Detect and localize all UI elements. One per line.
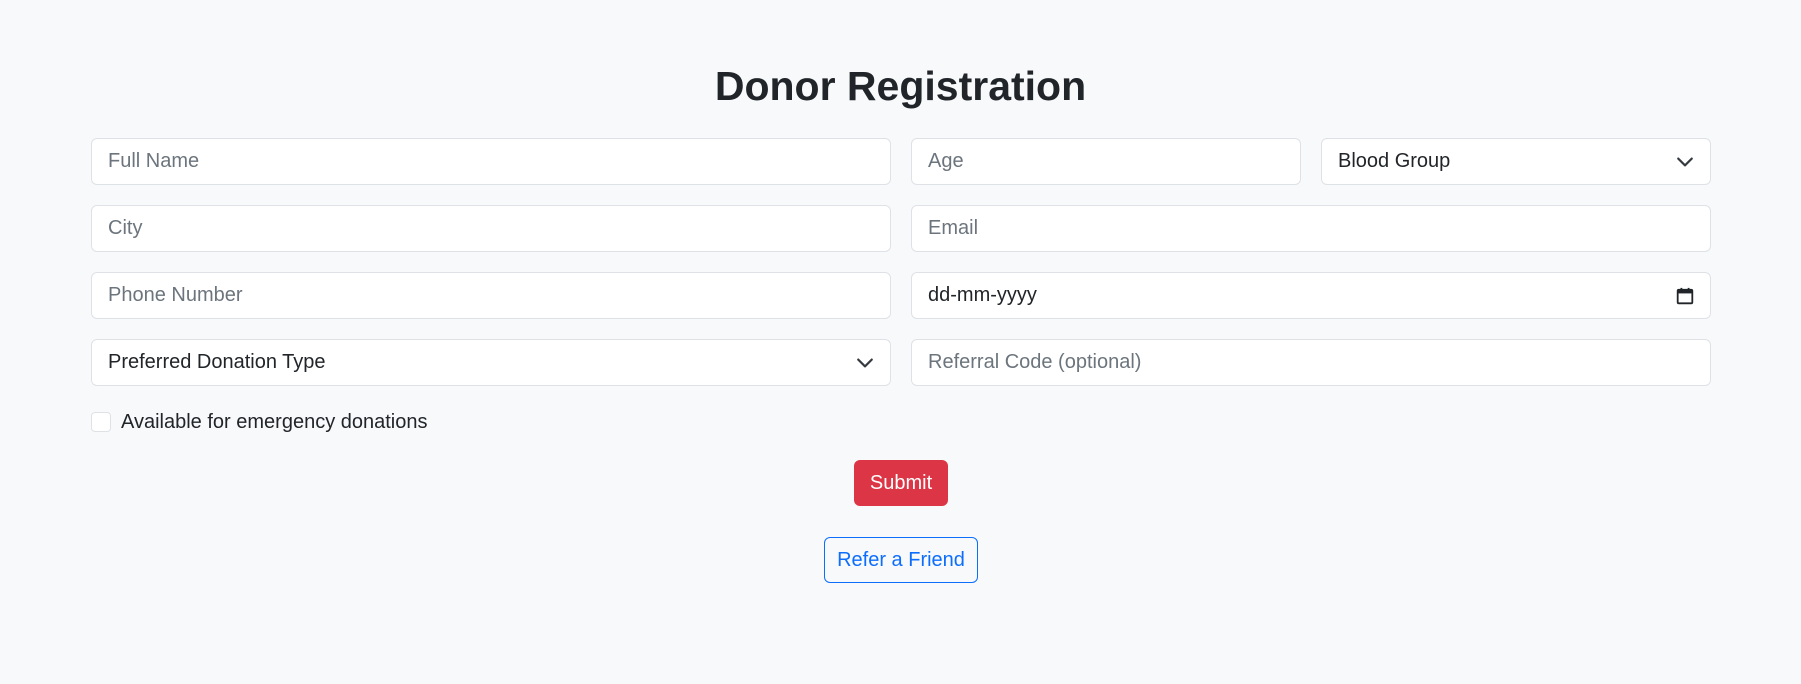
page-title: Donor Registration xyxy=(714,63,1087,109)
city-input[interactable]: City xyxy=(91,205,891,252)
donation-type-selected-value: Preferred Donation Type xyxy=(108,351,326,373)
date-input[interactable]: dd-mm-yyyy xyxy=(911,272,1711,319)
email-placeholder: Email xyxy=(928,217,979,239)
emergency-checkbox-row: Available for emergency donations xyxy=(91,409,427,435)
chevron-down-icon xyxy=(856,354,874,372)
email-input[interactable]: Email xyxy=(911,205,1711,252)
donation-type-select[interactable]: Preferred Donation Type xyxy=(91,339,891,386)
blood-group-select[interactable]: Blood Group xyxy=(1321,138,1711,185)
date-value: dd-mm-yyyy xyxy=(928,284,1037,306)
referral-code-placeholder: Referral Code (optional) xyxy=(928,351,1142,373)
phone-placeholder: Phone Number xyxy=(108,284,243,306)
full-name-input[interactable]: Full Name xyxy=(91,138,891,185)
emergency-checkbox[interactable] xyxy=(91,412,111,432)
emergency-checkbox-label[interactable]: Available for emergency donations xyxy=(121,411,427,434)
refer-friend-button[interactable]: Refer a Friend xyxy=(824,537,978,583)
city-placeholder: City xyxy=(108,217,143,239)
age-placeholder: Age xyxy=(928,150,964,172)
referral-code-input[interactable]: Referral Code (optional) xyxy=(911,339,1711,386)
calendar-icon[interactable] xyxy=(1676,287,1694,305)
chevron-down-icon xyxy=(1676,153,1694,171)
submit-button[interactable]: Submit xyxy=(854,460,948,506)
blood-group-selected-value: Blood Group xyxy=(1338,150,1451,172)
phone-input[interactable]: Phone Number xyxy=(91,272,891,319)
full-name-placeholder: Full Name xyxy=(108,150,200,172)
age-input[interactable]: Age xyxy=(911,138,1301,185)
